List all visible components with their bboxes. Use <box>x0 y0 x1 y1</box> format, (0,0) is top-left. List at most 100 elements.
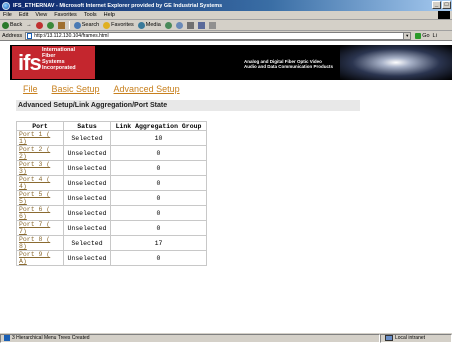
menu-file[interactable]: File <box>3 12 12 18</box>
go-label: Go <box>422 32 430 39</box>
table-row: Port 4 ( 4) Unselected 0 <box>16 175 207 191</box>
column-header-port: Port <box>16 121 64 131</box>
port-link[interactable]: Port 6 ( 6) <box>19 206 50 220</box>
discuss-icon <box>208 21 216 29</box>
media-label: Media <box>145 22 161 28</box>
lag-cell: 0 <box>110 190 207 206</box>
table-row: Port 5 ( 5) Unselected 0 <box>16 190 207 206</box>
lag-cell: 0 <box>110 160 207 176</box>
table-row: Port 1 ( 1) Selected 10 <box>16 130 207 146</box>
ie-logo-icon <box>2 1 10 10</box>
status-message: 3 Hierarchical Menu Trees Created <box>12 335 90 341</box>
lag-cell: 0 <box>110 145 207 161</box>
mail-button[interactable] <box>175 21 183 29</box>
menu-edit[interactable]: Edit <box>19 12 28 18</box>
stop-button[interactable] <box>35 21 43 29</box>
top-nav: File Basic Setup Advanced Setup <box>23 84 180 94</box>
menu-favorites[interactable]: Favorites <box>54 12 77 18</box>
search-button[interactable]: Search <box>73 21 100 29</box>
nav-advanced-setup-link[interactable]: Advanced Setup <box>114 84 180 94</box>
menu-view[interactable]: View <box>35 12 47 18</box>
status-cell: Selected <box>63 130 111 146</box>
menu-tools[interactable]: Tools <box>84 12 97 18</box>
status-cell: Unselected <box>63 175 111 191</box>
back-button[interactable]: Back <box>2 21 23 29</box>
status-bar: 3 Hierarchical Menu Trees Created Local … <box>0 332 452 343</box>
port-state-table: Port Satus Link Aggregation Group Port 1… <box>16 121 207 266</box>
edit-icon <box>197 21 205 29</box>
search-label: Search <box>81 22 100 28</box>
menu-help[interactable]: Help <box>104 12 115 18</box>
port-link[interactable]: Port 2 ( 2) <box>19 146 50 160</box>
media-button[interactable]: Media <box>137 21 161 29</box>
windows-logo-icon <box>438 11 450 19</box>
port-link[interactable]: Port 3 ( 3) <box>19 161 50 175</box>
edit-button[interactable] <box>197 21 205 29</box>
home-button[interactable] <box>57 21 65 29</box>
minimize-button[interactable]: _ <box>432 1 441 9</box>
table-row: Port 8 ( 8) Selected 17 <box>16 235 207 251</box>
media-icon <box>137 21 145 29</box>
port-link[interactable]: Port 9 ( A) <box>19 251 50 265</box>
links-label[interactable]: Li <box>433 33 437 39</box>
maximize-button[interactable]: □ <box>442 1 451 9</box>
history-button[interactable] <box>164 21 172 29</box>
go-button[interactable]: Go <box>415 32 430 39</box>
port-cell: Port 1 ( 1) <box>16 130 64 146</box>
stop-icon <box>35 21 43 29</box>
table-row: Port 3 ( 3) Unselected 0 <box>16 160 207 176</box>
window-title-bar: IFS_ETHERNAV - Microsoft Internet Explor… <box>0 0 452 11</box>
favorites-label: Favorites <box>111 22 134 28</box>
page-viewport: ifs International Fiber Systems Incorpor… <box>0 42 452 331</box>
go-arrow-icon <box>415 32 422 39</box>
menu-bar: File Edit View Favorites Tools Help <box>0 11 452 20</box>
column-header-status: Satus <box>63 121 111 131</box>
back-arrow-icon <box>2 21 9 29</box>
refresh-button[interactable] <box>46 21 54 29</box>
lag-cell: 0 <box>110 175 207 191</box>
column-header-lag: Link Aggregation Group <box>110 121 207 131</box>
ifs-banner: ifs International Fiber Systems Incorpor… <box>10 45 452 80</box>
port-link[interactable]: Port 8 ( 8) <box>19 236 50 250</box>
section-title: Advanced Setup/Link Aggregation/Port Sta… <box>16 100 360 111</box>
table-row: Port 7 ( 7) Unselected 0 <box>16 220 207 236</box>
address-dropdown-icon[interactable]: ▼ <box>403 32 411 39</box>
address-bar: Address http://13.112.130.104/frames.htm… <box>0 31 452 41</box>
address-input[interactable]: http://13.112.130.104/frames.html ▼ <box>25 31 412 40</box>
port-link[interactable]: Port 5 ( 5) <box>19 191 50 205</box>
port-cell: Port 6 ( 6) <box>16 205 64 221</box>
port-cell: Port 2 ( 2) <box>16 145 64 161</box>
port-link[interactable]: Port 1 ( 1) <box>19 131 50 145</box>
back-label: Back <box>10 22 23 28</box>
lag-cell: 0 <box>110 220 207 236</box>
window-title: IFS_ETHERNAV - Microsoft Internet Explor… <box>13 2 223 9</box>
forward-button[interactable]: → <box>26 22 32 28</box>
status-cell: Unselected <box>63 145 111 161</box>
discuss-button[interactable] <box>208 21 216 29</box>
port-cell: Port 7 ( 7) <box>16 220 64 236</box>
company-name: International Fiber Systems Incorporated <box>42 47 76 71</box>
lag-cell: 17 <box>110 235 207 251</box>
port-cell: Port 9 ( A) <box>16 250 64 266</box>
port-link[interactable]: Port 7 ( 7) <box>19 221 50 235</box>
status-cell: Unselected <box>63 190 111 206</box>
tagline-line: Audio and Data Communication Products <box>244 64 334 69</box>
port-link[interactable]: Port 4 ( 4) <box>19 176 50 190</box>
history-icon <box>164 21 172 29</box>
address-url: http://13.112.130.104/frames.html <box>34 32 109 39</box>
print-button[interactable] <box>186 21 194 29</box>
security-zone-pane: Local intranet <box>380 333 452 343</box>
print-icon <box>186 21 194 29</box>
search-icon <box>73 21 81 29</box>
status-cell: Unselected <box>63 250 111 266</box>
lag-cell: 0 <box>110 205 207 221</box>
lag-cell: 10 <box>110 130 207 146</box>
favorites-button[interactable]: Favorites <box>103 21 134 29</box>
browser-toolbar: Back → Search Favorites Media <box>0 20 452 31</box>
nav-basic-setup-link[interactable]: Basic Setup <box>52 84 100 94</box>
company-name-line: Incorporated <box>42 65 76 71</box>
address-label: Address <box>2 32 23 39</box>
status-cell: Selected <box>63 235 111 251</box>
port-cell: Port 3 ( 3) <box>16 160 64 176</box>
nav-file-link[interactable]: File <box>23 84 38 94</box>
